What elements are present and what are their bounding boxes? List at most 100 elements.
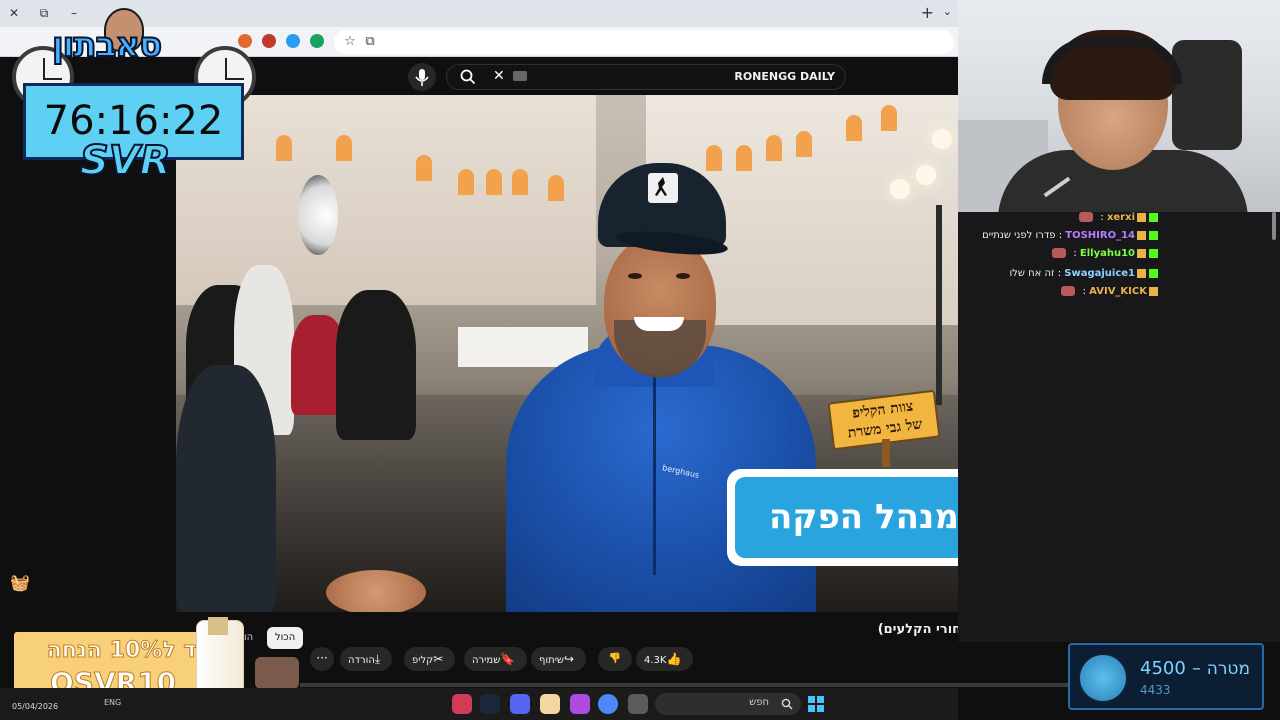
sub-goal-widget: 4500 – מטרה 4433 [1068, 643, 1264, 710]
window-light [706, 145, 722, 171]
taskbar-app-icon[interactable] [452, 694, 472, 714]
window-light [548, 175, 564, 201]
address-bar[interactable]: ☆ ⧉ [334, 30, 954, 54]
background-chair [1172, 40, 1242, 150]
search-icon [781, 698, 793, 710]
window-light [846, 115, 862, 141]
window-light [881, 105, 897, 131]
more-actions-button[interactable]: ··· [310, 647, 334, 671]
download-button[interactable]: ⤓הורדה [340, 647, 393, 671]
search-input[interactable]: ✕ RONENGG DAILY [446, 64, 846, 90]
bookmark-icon: 🔖 [500, 652, 516, 666]
extension-icon[interactable] [310, 34, 324, 48]
person-eye [628, 273, 642, 279]
window-light [736, 145, 752, 171]
sub-badge-icon [1137, 268, 1146, 278]
chat-username[interactable]: Ellyahu10 [1080, 248, 1135, 259]
crew-member [176, 365, 276, 612]
input-language[interactable]: ENG [104, 698, 121, 707]
headphones-icon [1042, 38, 1182, 84]
bookmark-star-icon[interactable]: ☆ [342, 34, 358, 50]
window-restore-icon[interactable]: ⧉ [36, 5, 52, 21]
jacket-zip [653, 375, 656, 575]
goal-target: 4500 [1140, 658, 1186, 679]
extension-icon[interactable] [238, 34, 252, 48]
window-light [336, 135, 352, 161]
kick-badge-icon [1149, 230, 1158, 240]
task-view-icon[interactable] [628, 694, 648, 714]
basket-icon[interactable]: 🧺 [10, 573, 34, 593]
sub-badge-icon [1149, 286, 1158, 296]
lamp-post [936, 205, 942, 405]
dislike-button[interactable]: 👎 [598, 647, 632, 671]
live-chat: xerxi : TOSHIRO_14 : פדרו לפני שנתיים El… [958, 212, 1280, 642]
microphone-icon [415, 69, 429, 86]
window-light [416, 155, 432, 181]
steam-icon[interactable] [480, 694, 500, 714]
timer-subtitle: SVR [79, 137, 172, 185]
chat-message: TOSHIRO_14 : פדרו לפני שנתיים [958, 230, 1158, 246]
window-light [486, 169, 502, 195]
discord-icon[interactable] [510, 694, 530, 714]
sub-badge-icon [1137, 248, 1146, 258]
promo-discount: קוד ל10% הנחה [46, 638, 220, 664]
chrome-icon[interactable] [598, 694, 618, 714]
person-smile [634, 317, 684, 331]
window-light [512, 169, 528, 195]
scroll-track [300, 683, 1080, 687]
browser-tab-bar: ✕ ⧉ – + ⌄ [0, 0, 958, 27]
page-info-icon[interactable]: ⧉ [362, 34, 378, 50]
taskbar-app-icon[interactable] [570, 694, 590, 714]
crew-member [336, 290, 416, 440]
voice-search-button[interactable] [408, 63, 436, 91]
clip-button[interactable]: ✂קליפ [404, 647, 456, 671]
extension-icon[interactable] [286, 34, 300, 48]
thumbs-up-icon: 👍 [666, 652, 682, 666]
chat-username[interactable]: xerxi [1107, 212, 1135, 223]
goal-dash: – [1192, 658, 1201, 679]
scissors-icon: ✂ [433, 652, 444, 666]
chat-message: AVIV_KICK : [958, 286, 1158, 302]
extension-icon[interactable] [262, 34, 276, 48]
start-menu-icon[interactable] [808, 696, 824, 712]
emote-icon [1079, 212, 1094, 222]
kick-badge-icon [1149, 212, 1158, 222]
download-label: הורדה [348, 655, 375, 666]
save-label: שמירה [472, 655, 501, 666]
new-tab-button[interactable]: + [921, 3, 934, 22]
chat-message: xerxi : [958, 212, 1158, 228]
tab-search-icon[interactable]: ⌄ [943, 5, 952, 18]
os-taskbar: 05/04/2026 ENG חפש [0, 688, 958, 720]
thumbs-down-icon: 👎 [608, 653, 622, 664]
perfume-cap [208, 617, 228, 635]
keyboard-icon[interactable] [513, 71, 527, 81]
clear-search-icon[interactable]: ✕ [493, 68, 505, 84]
like-button[interactable]: 👍4.3K [636, 647, 694, 671]
share-icon: ↪ [564, 652, 575, 666]
chat-username[interactable]: AVIV_KICK [1089, 286, 1147, 297]
taskbar-app-icon[interactable] [540, 694, 560, 714]
window-light [458, 169, 474, 195]
share-button[interactable]: ↪שיתוף [531, 647, 587, 671]
window-light [276, 135, 292, 161]
kick-badge-icon [1149, 248, 1158, 258]
chat-scrollbar[interactable] [1272, 212, 1276, 240]
save-button[interactable]: 🔖שמירה [464, 647, 528, 671]
taskbar-search-text: חפש [749, 697, 769, 708]
street-lamp [932, 129, 952, 149]
kick-badge-icon [1149, 268, 1158, 278]
like-count: 4.3K [644, 655, 667, 666]
window-minimize-icon[interactable]: – [66, 5, 82, 21]
filter-chip-all[interactable]: הכול [267, 627, 304, 649]
window-close-icon[interactable]: ✕ [6, 5, 22, 21]
studio-light [298, 175, 338, 255]
taskbar-date: 05/04/2026 [12, 702, 59, 711]
chat-username[interactable]: TOSHIRO_14 [1065, 230, 1135, 241]
goal-avatar [1078, 653, 1128, 703]
person-eye [676, 273, 690, 279]
taskbar-search[interactable]: חפש [655, 693, 801, 715]
emote-icon [1061, 286, 1076, 296]
channel-avatar[interactable] [255, 657, 299, 689]
chat-username[interactable]: Swagajuice1 [1064, 268, 1135, 279]
search-icon[interactable] [459, 68, 477, 86]
